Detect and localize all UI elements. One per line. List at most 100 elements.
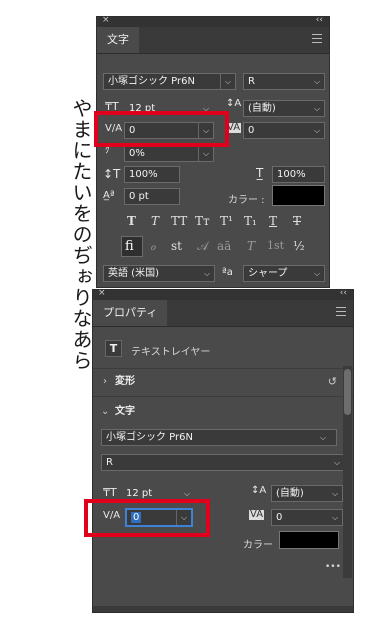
faux-bold-button[interactable]: T (127, 214, 136, 228)
close-icon[interactable]: × (102, 15, 110, 25)
ligature-button[interactable]: fi (121, 236, 143, 257)
titling-alternates-button[interactable]: T (247, 239, 255, 253)
divider (93, 368, 353, 369)
ligature-glyph: fi (125, 239, 134, 254)
section-text[interactable]: ⌄ 文字 (93, 400, 353, 424)
chevron-down-icon: ⌵ (313, 104, 321, 113)
tab-character[interactable]: 文字 (97, 27, 139, 53)
properties-panel-tabbar: プロパティ (93, 300, 353, 327)
chevron-down-icon: ⌵ (313, 77, 321, 86)
font-style-select[interactable]: R ⌵ (243, 73, 325, 90)
chevron-right-icon: › (103, 376, 107, 387)
chevron-down-icon: ⌵ (319, 433, 327, 442)
color-swatch[interactable] (279, 531, 339, 549)
character-panel: × ‹‹ 文字 小塚ゴシック Pr6N ⌵ R ⌵ ₸T 12 pt ⌵ ↕A … (96, 15, 330, 288)
character-panel-tabbar: 文字 (97, 27, 329, 54)
chevron-down-icon: ⌄ (101, 406, 110, 417)
faux-italic-button[interactable]: T (151, 214, 159, 228)
chevron-down-icon: ⌵ (313, 126, 321, 135)
collapse-icon[interactable]: ‹‹ (316, 15, 323, 25)
swash-button[interactable]: 𝒜 (197, 239, 208, 254)
highlight-kerning-properties (84, 499, 210, 537)
horizontal-scale-field[interactable]: 100% (272, 166, 325, 183)
chevron-down-icon: ⌵ (331, 489, 339, 498)
font-family-select[interactable]: 小塚ゴシック Pr6N ⌵ (103, 73, 236, 90)
character-panel-titlebar[interactable]: × ‹‹ (97, 15, 329, 27)
tracking-value: 0 (248, 125, 255, 136)
tsume-value: 0% (129, 148, 145, 159)
more-options-icon[interactable]: ••• (325, 562, 341, 572)
font-family-value: 小塚ゴシック Pr6N (108, 76, 195, 87)
vertical-scale-icon: ↕T (103, 167, 121, 181)
divider (93, 396, 353, 397)
vertical-scale-value: 100% (129, 169, 158, 180)
chevron-down-icon: ⌵ (220, 74, 235, 89)
leading-value: (自動) (276, 488, 304, 499)
font-style-value: R (106, 457, 113, 468)
vertical-scale-field[interactable]: 100% (124, 166, 180, 183)
underline-button[interactable]: T (269, 214, 277, 228)
language-select[interactable]: 英語 (米国) ⌵ (103, 265, 215, 282)
chevron-down-icon: ⌵ (203, 269, 211, 278)
all-caps-button[interactable]: TT (171, 214, 187, 228)
antialias-select[interactable]: シャープ ⌵ (243, 265, 325, 282)
tsume-icon: ｸﾞ (105, 146, 115, 156)
highlight-kerning-character (94, 111, 229, 147)
resize-grip[interactable] (93, 606, 353, 612)
transform-label: 変形 (115, 376, 135, 387)
font-size-icon: ₸T (103, 486, 117, 499)
baseline-shift-field[interactable]: 0 pt (124, 188, 180, 205)
discretionary-ligatures-button[interactable]: st (171, 239, 182, 253)
font-size-value: 12 pt (126, 488, 153, 499)
tracking-field[interactable]: 0 ⌵ (243, 122, 325, 139)
tsume-field[interactable]: 0% ⌵ (124, 145, 214, 162)
contextual-alternates-button[interactable]: ℴ (150, 239, 156, 253)
tracking-field[interactable]: 0 ⌵ (271, 509, 343, 526)
fractions-button[interactable]: ½ (293, 239, 305, 253)
baseline-shift-value: 0 pt (129, 191, 149, 202)
collapse-icon[interactable]: ‹‹ (340, 288, 347, 298)
leading-value: (自動) (248, 103, 276, 114)
horizontal-scale-icon: T̲ (256, 166, 264, 180)
small-caps-button[interactable]: Tт (195, 214, 210, 228)
text-layer-icon: T (109, 342, 118, 355)
properties-panel: × ‹‹ プロパティ T テキストレイヤー › 変形 ↺ ⌄ 文字 小塚ゴシック… (92, 288, 354, 613)
color-swatch[interactable] (272, 185, 325, 206)
layer-type-label: テキストレイヤー (131, 347, 211, 358)
leading-icon: ↕A (226, 98, 242, 109)
ordinals-button[interactable]: 1st (267, 239, 284, 252)
font-style-select[interactable]: R ⌵ (101, 454, 345, 471)
chevron-down-icon: ⌵ (313, 269, 321, 278)
panel-menu-icon[interactable] (312, 34, 322, 43)
scrollbar-thumb[interactable] (344, 369, 351, 415)
tab-properties[interactable]: プロパティ (93, 300, 168, 326)
reset-icon[interactable]: ↺ (328, 370, 337, 394)
tracking-value: 0 (276, 512, 283, 523)
vertical-sample-text: やまにたいをのぢぉりなあら (69, 98, 93, 371)
font-family-select[interactable]: 小塚ゴシック Pr6N ⌵ (101, 429, 337, 446)
chevron-down-icon: ⌵ (333, 458, 341, 467)
font-style-value: R (248, 76, 255, 87)
leading-field[interactable]: (自動) ⌵ (271, 485, 343, 502)
chevron-down-icon: ⌵ (198, 146, 213, 161)
superscript-button[interactable]: T¹ (220, 214, 233, 228)
panel-menu-icon[interactable] (336, 307, 346, 316)
tracking-icon: VA (249, 509, 265, 520)
antialias-value: シャープ (248, 268, 288, 279)
color-label: カラー : (228, 195, 265, 206)
text-section-label: 文字 (115, 406, 135, 417)
scrollbar[interactable] (343, 366, 352, 578)
chevron-down-icon: ⌵ (331, 513, 339, 522)
close-icon[interactable]: × (98, 288, 106, 298)
font-family-value: 小塚ゴシック Pr6N (106, 432, 193, 443)
baseline-shift-icon: A̲ª (103, 190, 115, 201)
strikethrough-button[interactable]: T (293, 214, 301, 228)
leading-field[interactable]: (自動) ⌵ (243, 100, 325, 117)
language-value: 英語 (米国) (108, 268, 159, 279)
layer-type-icon: T (105, 340, 122, 357)
subscript-button[interactable]: T₁ (244, 214, 257, 228)
properties-panel-titlebar[interactable]: × ‹‹ (93, 288, 353, 300)
horizontal-scale-value: 100% (277, 169, 306, 180)
section-transform[interactable]: › 変形 ↺ (93, 370, 353, 394)
stylistic-alternates-button[interactable]: aā (217, 239, 231, 253)
